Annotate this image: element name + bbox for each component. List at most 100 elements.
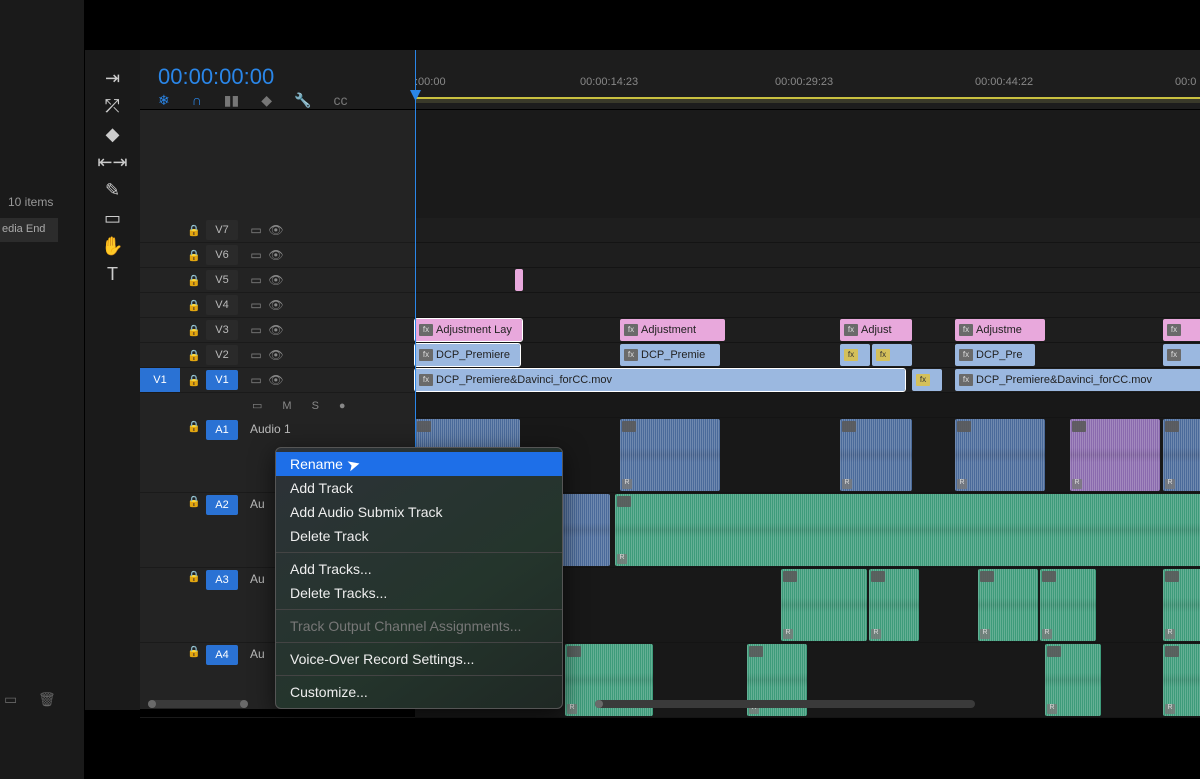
video-track-header-v4[interactable]: 🔒V4▭👁 bbox=[140, 293, 415, 318]
fx-badge-icon[interactable]: fx bbox=[419, 324, 433, 336]
video-track-header-v5[interactable]: 🔒V5▭👁 bbox=[140, 268, 415, 293]
eye-icon[interactable]: 👁 bbox=[266, 273, 286, 287]
type-icon[interactable]: T bbox=[99, 260, 127, 288]
lane-v6[interactable] bbox=[415, 243, 1200, 268]
audio-clip[interactable]: R bbox=[869, 569, 919, 641]
source-patch-v1[interactable]: V1 bbox=[140, 368, 180, 392]
lock-icon[interactable]: 🔒 bbox=[182, 299, 206, 312]
snap-icon[interactable]: ❄ bbox=[158, 92, 170, 109]
lane-v7[interactable] bbox=[415, 218, 1200, 243]
audio-clip[interactable]: R bbox=[1045, 644, 1101, 716]
fx-badge-icon[interactable] bbox=[1047, 646, 1061, 657]
sync-lock-icon[interactable]: ▭ bbox=[246, 223, 266, 237]
track-target-v7[interactable]: V7 bbox=[206, 220, 238, 240]
sync-lock-icon[interactable]: ▭ bbox=[246, 373, 266, 387]
insert-icon[interactable]: ⇥ bbox=[99, 64, 127, 92]
audio-clip[interactable]: R bbox=[781, 569, 867, 641]
clip[interactable]: fx bbox=[912, 369, 942, 391]
fx-badge-icon[interactable]: fx bbox=[916, 374, 930, 386]
lock-icon[interactable]: 🔒 bbox=[182, 324, 206, 337]
linked-selection-icon[interactable]: ∩ bbox=[192, 92, 202, 109]
menu-item-delete-track[interactable]: Delete Track bbox=[276, 524, 562, 548]
sync-lock-icon[interactable]: ▭ bbox=[246, 348, 266, 362]
fx-badge-icon[interactable] bbox=[957, 421, 971, 432]
video-track-header-v3[interactable]: 🔒V3▭👁 bbox=[140, 318, 415, 343]
hand-icon[interactable]: ✋ bbox=[99, 232, 127, 260]
clip[interactable]: fxDCP_Premiere&Davinci_forCC.mov bbox=[415, 369, 905, 391]
work-area-bar[interactable] bbox=[415, 97, 1200, 103]
fx-badge-icon[interactable]: fx bbox=[844, 349, 858, 361]
fx-badge-icon[interactable]: fx bbox=[419, 374, 433, 386]
clip-v5[interactable] bbox=[515, 269, 523, 291]
video-track-header-v7[interactable]: 🔒V7 ▭👁 bbox=[140, 218, 415, 243]
lane-v1[interactable]: fxDCP_Premiere&Davinci_forCC.movfxfxDCP_… bbox=[415, 368, 1200, 393]
lock-icon[interactable]: 🔒 bbox=[182, 570, 206, 583]
track-target-a4[interactable]: A4 bbox=[206, 645, 238, 665]
lock-icon[interactable]: 🔒 bbox=[182, 420, 206, 433]
fx-badge-icon[interactable] bbox=[871, 571, 885, 582]
audio-clip[interactable]: R bbox=[1163, 569, 1200, 641]
lane-audio-master[interactable] bbox=[415, 393, 1200, 418]
video-track-header-v1[interactable]: V1🔒V1▭👁 bbox=[140, 368, 415, 393]
tag-icon[interactable]: ◆ bbox=[99, 120, 127, 148]
clip[interactable]: fxDCP_Pre bbox=[955, 344, 1035, 366]
fx-badge-icon[interactable] bbox=[980, 571, 994, 582]
audio-clip[interactable]: R bbox=[620, 419, 720, 491]
lock-icon[interactable]: 🔒 bbox=[182, 224, 206, 237]
trash-icon[interactable]: 🗑 bbox=[38, 691, 54, 707]
menu-item-delete-tracks[interactable]: Delete Tracks... bbox=[276, 581, 562, 605]
menu-item-add-track[interactable]: Add Track bbox=[276, 476, 562, 500]
track-target-a1[interactable]: A1 bbox=[206, 420, 238, 440]
clip[interactable]: fxAdjust bbox=[840, 319, 912, 341]
eye-icon[interactable]: 👁 bbox=[266, 323, 286, 337]
fx-badge-icon[interactable]: fx bbox=[959, 324, 973, 336]
fx-badge-icon[interactable] bbox=[749, 646, 763, 657]
clip[interactable]: fxDCP_Premie bbox=[620, 344, 720, 366]
track-target-a3[interactable]: A3 bbox=[206, 570, 238, 590]
fx-badge-icon[interactable] bbox=[842, 421, 856, 432]
clip[interactable]: fxDCP_Premiere bbox=[415, 344, 520, 366]
captions-icon[interactable]: cc bbox=[333, 92, 347, 109]
mute-icon[interactable]: M bbox=[282, 400, 291, 412]
fx-badge-icon[interactable] bbox=[622, 421, 636, 432]
timeline-scrollbar[interactable] bbox=[595, 700, 975, 708]
track-target-v2[interactable]: V2 bbox=[206, 345, 238, 365]
menu-item-customize[interactable]: Customize... bbox=[276, 680, 562, 704]
fx-badge-icon[interactable]: fx bbox=[1167, 349, 1181, 361]
track-target-a2[interactable]: A2 bbox=[206, 495, 238, 515]
fx-badge-icon[interactable] bbox=[1165, 571, 1179, 582]
audio-clip[interactable]: R bbox=[1040, 569, 1096, 641]
fx-badge-icon[interactable]: fx bbox=[624, 349, 638, 361]
sync-lock-icon[interactable]: ▭ bbox=[252, 399, 262, 412]
eye-icon[interactable]: 👁 bbox=[266, 223, 286, 237]
clip[interactable]: fxAdjustment Lay bbox=[415, 319, 522, 341]
fx-badge-icon[interactable]: fx bbox=[1167, 324, 1181, 336]
sync-lock-icon[interactable]: ▭ bbox=[246, 248, 266, 262]
menu-item-add-audio-submix-track[interactable]: Add Audio Submix Track bbox=[276, 500, 562, 524]
fx-badge-icon[interactable]: fx bbox=[959, 374, 973, 386]
sync-lock-icon[interactable]: ▭ bbox=[246, 298, 266, 312]
fx-badge-icon[interactable] bbox=[1165, 646, 1179, 657]
fx-badge-icon[interactable] bbox=[417, 421, 431, 432]
track-target-v4[interactable]: V4 bbox=[206, 295, 238, 315]
lock-icon[interactable]: 🔒 bbox=[182, 495, 206, 508]
clip[interactable]: fxDCP_Premiere&Davinci_forCC.mov bbox=[955, 369, 1200, 391]
clip[interactable]: fxAdjustment bbox=[620, 319, 725, 341]
menu-item-voice-over-record-settings[interactable]: Voice-Over Record Settings... bbox=[276, 647, 562, 671]
rect-icon[interactable]: ▭ bbox=[99, 204, 127, 232]
fx-badge-icon[interactable]: fx bbox=[419, 349, 433, 361]
sync-lock-icon[interactable]: ▭ bbox=[246, 323, 266, 337]
settings-icon[interactable]: 🔧 bbox=[294, 92, 311, 109]
pen-icon[interactable]: ✎ bbox=[99, 176, 127, 204]
fx-badge-icon[interactable]: fx bbox=[844, 324, 858, 336]
lane-v3[interactable]: fxAdjustment LayfxAdjustmentfxAdjustfxAd… bbox=[415, 318, 1200, 343]
fx-badge-icon[interactable]: fx bbox=[624, 324, 638, 336]
lane-v4[interactable] bbox=[415, 293, 1200, 318]
lane-v2[interactable]: fxDCP_PremierefxDCP_PremiefxfxfxDCP_Pref… bbox=[415, 343, 1200, 368]
lock-icon[interactable]: 🔒 bbox=[182, 645, 206, 658]
fx-badge-icon[interactable] bbox=[1072, 421, 1086, 432]
clip[interactable]: fx bbox=[1163, 344, 1200, 366]
track-header-scrollbar[interactable] bbox=[148, 700, 248, 708]
track-target-v1[interactable]: V1 bbox=[206, 370, 238, 390]
lock-icon[interactable]: 🔒 bbox=[182, 374, 206, 387]
